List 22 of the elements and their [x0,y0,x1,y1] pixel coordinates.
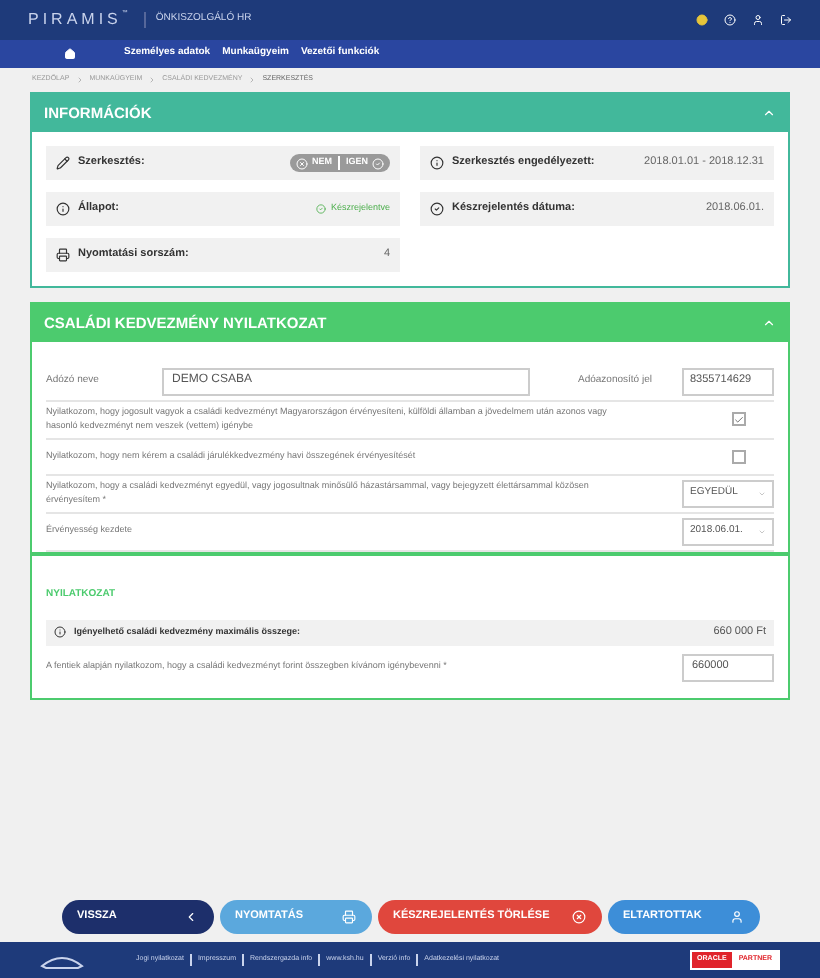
info-icon [54,626,66,638]
status-icon [316,204,327,214]
info-icon [430,156,444,170]
logout-icon[interactable] [780,14,792,26]
yes-icon [372,157,384,169]
cancel-icon [571,910,585,924]
home-icon[interactable] [64,48,76,60]
print-icon [341,910,355,924]
profile-icon[interactable] [752,14,764,26]
logo: PIRAMIS [28,8,122,32]
user-icon [729,910,743,924]
print-icon [56,248,70,262]
edit-icon [56,156,70,170]
no-icon [295,157,308,169]
check-icon [430,202,444,216]
status-icon[interactable] [696,14,708,26]
check-icon [734,413,744,426]
info-icon [56,202,70,216]
back-icon [183,910,197,924]
checkbox[interactable] [732,412,746,427]
checkbox[interactable] [732,449,746,463]
help-icon[interactable] [724,14,736,26]
